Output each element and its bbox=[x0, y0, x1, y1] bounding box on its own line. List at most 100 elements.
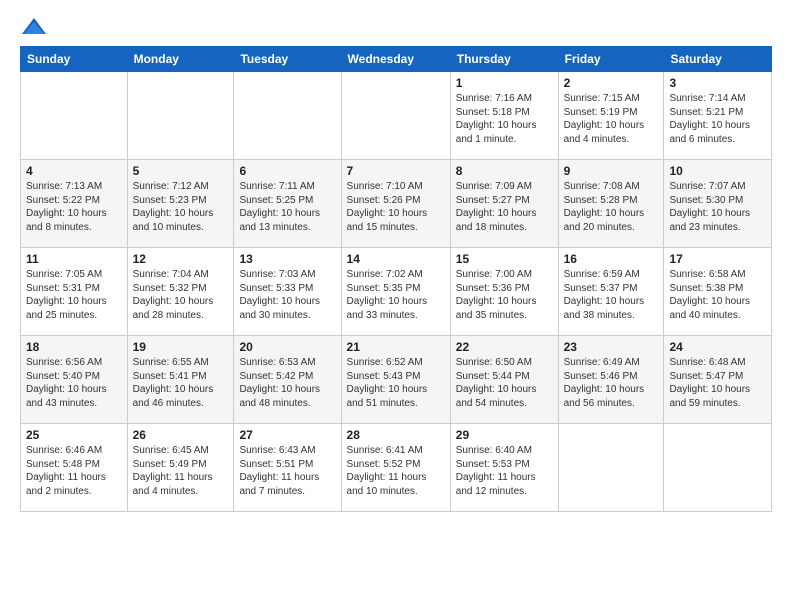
col-header-sunday: Sunday bbox=[21, 47, 128, 72]
day-cell: 2 Sunrise: 7:15 AM Sunset: 5:19 PM Daylig… bbox=[558, 72, 664, 160]
day-number: 17 bbox=[669, 252, 766, 266]
day-number: 29 bbox=[456, 428, 553, 442]
day-cell: 8 Sunrise: 7:09 AM Sunset: 5:27 PM Daylig… bbox=[450, 160, 558, 248]
day-info: Sunrise: 6:49 AM Sunset: 5:46 PM Dayligh… bbox=[564, 356, 659, 410]
day-info: Sunrise: 6:43 AM Sunset: 5:51 PM Dayligh… bbox=[239, 444, 335, 498]
week-row-4: 25 Sunrise: 6:46 AM Sunset: 5:48 PM Dayli… bbox=[21, 424, 772, 512]
logo-icon bbox=[20, 16, 48, 38]
day-cell bbox=[234, 72, 341, 160]
day-info: Sunrise: 6:58 AM Sunset: 5:38 PM Dayligh… bbox=[669, 268, 766, 322]
logo bbox=[20, 16, 50, 38]
day-cell: 21 Sunrise: 6:52 AM Sunset: 5:43 PM Dayli… bbox=[341, 336, 450, 424]
col-header-monday: Monday bbox=[127, 47, 234, 72]
col-header-saturday: Saturday bbox=[664, 47, 772, 72]
col-header-tuesday: Tuesday bbox=[234, 47, 341, 72]
day-info: Sunrise: 6:46 AM Sunset: 5:48 PM Dayligh… bbox=[26, 444, 122, 498]
week-row-3: 18Sunrise: 6:56 AM Sunset: 5:40 PM Dayli… bbox=[21, 336, 772, 424]
day-info: Sunrise: 7:02 AM Sunset: 5:35 PM Dayligh… bbox=[347, 268, 445, 322]
day-number: 18 bbox=[26, 340, 122, 354]
day-number: 25 bbox=[26, 428, 122, 442]
day-cell: 6 Sunrise: 7:11 AM Sunset: 5:25 PM Daylig… bbox=[234, 160, 341, 248]
day-info: Sunrise: 6:41 AM Sunset: 5:52 PM Dayligh… bbox=[347, 444, 445, 498]
day-number: 23 bbox=[564, 340, 659, 354]
day-cell: 13 Sunrise: 7:03 AM Sunset: 5:33 PM Dayli… bbox=[234, 248, 341, 336]
day-cell: 20Sunrise: 6:53 AM Sunset: 5:42 PM Dayli… bbox=[234, 336, 341, 424]
day-cell: 23 Sunrise: 6:49 AM Sunset: 5:46 PM Dayli… bbox=[558, 336, 664, 424]
day-cell: 11 Sunrise: 7:05 AM Sunset: 5:31 PM Dayli… bbox=[21, 248, 128, 336]
day-cell: 29 Sunrise: 6:40 AM Sunset: 5:53 PM Dayli… bbox=[450, 424, 558, 512]
day-cell bbox=[21, 72, 128, 160]
day-info: Sunrise: 7:15 AM Sunset: 5:19 PM Dayligh… bbox=[564, 92, 659, 146]
day-info: Sunrise: 7:05 AM Sunset: 5:31 PM Dayligh… bbox=[26, 268, 122, 322]
week-row-1: 4Sunrise: 7:13 AM Sunset: 5:22 PM Daylig… bbox=[21, 160, 772, 248]
calendar-table: SundayMondayTuesdayWednesdayThursdayFrid… bbox=[20, 46, 772, 512]
col-header-wednesday: Wednesday bbox=[341, 47, 450, 72]
day-info: Sunrise: 6:53 AM Sunset: 5:42 PM Dayligh… bbox=[239, 356, 335, 410]
day-info: Sunrise: 6:40 AM Sunset: 5:53 PM Dayligh… bbox=[456, 444, 553, 498]
day-number: 8 bbox=[456, 164, 553, 178]
day-cell: 14 Sunrise: 7:02 AM Sunset: 5:35 PM Dayli… bbox=[341, 248, 450, 336]
day-number: 26 bbox=[133, 428, 229, 442]
day-cell bbox=[127, 72, 234, 160]
day-cell: 18Sunrise: 6:56 AM Sunset: 5:40 PM Dayli… bbox=[21, 336, 128, 424]
day-info: Sunrise: 7:04 AM Sunset: 5:32 PM Dayligh… bbox=[133, 268, 229, 322]
day-cell: 7Sunrise: 7:10 AM Sunset: 5:26 PM Daylig… bbox=[341, 160, 450, 248]
day-cell: 10 Sunrise: 7:07 AM Sunset: 5:30 PM Dayli… bbox=[664, 160, 772, 248]
day-number: 5 bbox=[133, 164, 229, 178]
day-info: Sunrise: 6:52 AM Sunset: 5:43 PM Dayligh… bbox=[347, 356, 445, 410]
day-info: Sunrise: 7:11 AM Sunset: 5:25 PM Dayligh… bbox=[239, 180, 335, 234]
day-cell: 5 Sunrise: 7:12 AM Sunset: 5:23 PM Daylig… bbox=[127, 160, 234, 248]
day-info: Sunrise: 7:16 AM Sunset: 5:18 PM Dayligh… bbox=[456, 92, 553, 146]
day-cell: 19 Sunrise: 6:55 AM Sunset: 5:41 PM Dayli… bbox=[127, 336, 234, 424]
day-info: Sunrise: 7:03 AM Sunset: 5:33 PM Dayligh… bbox=[239, 268, 335, 322]
day-info: Sunrise: 7:00 AM Sunset: 5:36 PM Dayligh… bbox=[456, 268, 553, 322]
day-cell: 9Sunrise: 7:08 AM Sunset: 5:28 PM Daylig… bbox=[558, 160, 664, 248]
day-cell: 12 Sunrise: 7:04 AM Sunset: 5:32 PM Dayli… bbox=[127, 248, 234, 336]
day-cell bbox=[341, 72, 450, 160]
day-number: 11 bbox=[26, 252, 122, 266]
day-number: 15 bbox=[456, 252, 553, 266]
day-number: 16 bbox=[564, 252, 659, 266]
day-cell: 17 Sunrise: 6:58 AM Sunset: 5:38 PM Dayli… bbox=[664, 248, 772, 336]
day-number: 12 bbox=[133, 252, 229, 266]
day-info: Sunrise: 7:13 AM Sunset: 5:22 PM Dayligh… bbox=[26, 180, 122, 234]
day-number: 14 bbox=[347, 252, 445, 266]
day-cell: 28 Sunrise: 6:41 AM Sunset: 5:52 PM Dayli… bbox=[341, 424, 450, 512]
day-number: 13 bbox=[239, 252, 335, 266]
day-number: 28 bbox=[347, 428, 445, 442]
day-cell: 24 Sunrise: 6:48 AM Sunset: 5:47 PM Dayli… bbox=[664, 336, 772, 424]
day-info: Sunrise: 6:45 AM Sunset: 5:49 PM Dayligh… bbox=[133, 444, 229, 498]
header bbox=[20, 16, 772, 38]
day-number: 19 bbox=[133, 340, 229, 354]
week-row-2: 11 Sunrise: 7:05 AM Sunset: 5:31 PM Dayli… bbox=[21, 248, 772, 336]
day-cell: 22Sunrise: 6:50 AM Sunset: 5:44 PM Dayli… bbox=[450, 336, 558, 424]
day-info: Sunrise: 7:10 AM Sunset: 5:26 PM Dayligh… bbox=[347, 180, 445, 234]
day-info: Sunrise: 6:48 AM Sunset: 5:47 PM Dayligh… bbox=[669, 356, 766, 410]
day-cell: 1 Sunrise: 7:16 AM Sunset: 5:18 PM Daylig… bbox=[450, 72, 558, 160]
day-info: Sunrise: 6:50 AM Sunset: 5:44 PM Dayligh… bbox=[456, 356, 553, 410]
day-cell bbox=[558, 424, 664, 512]
week-row-0: 1 Sunrise: 7:16 AM Sunset: 5:18 PM Daylig… bbox=[21, 72, 772, 160]
day-number: 2 bbox=[564, 76, 659, 90]
day-info: Sunrise: 6:59 AM Sunset: 5:37 PM Dayligh… bbox=[564, 268, 659, 322]
day-cell: 27 Sunrise: 6:43 AM Sunset: 5:51 PM Dayli… bbox=[234, 424, 341, 512]
page: SundayMondayTuesdayWednesdayThursdayFrid… bbox=[0, 0, 792, 522]
day-info: Sunrise: 7:07 AM Sunset: 5:30 PM Dayligh… bbox=[669, 180, 766, 234]
day-number: 3 bbox=[669, 76, 766, 90]
day-info: Sunrise: 6:55 AM Sunset: 5:41 PM Dayligh… bbox=[133, 356, 229, 410]
day-info: Sunrise: 7:12 AM Sunset: 5:23 PM Dayligh… bbox=[133, 180, 229, 234]
col-header-friday: Friday bbox=[558, 47, 664, 72]
day-cell: 15 Sunrise: 7:00 AM Sunset: 5:36 PM Dayli… bbox=[450, 248, 558, 336]
day-number: 24 bbox=[669, 340, 766, 354]
day-cell bbox=[664, 424, 772, 512]
day-number: 10 bbox=[669, 164, 766, 178]
header-row: SundayMondayTuesdayWednesdayThursdayFrid… bbox=[21, 47, 772, 72]
day-number: 1 bbox=[456, 76, 553, 90]
day-number: 21 bbox=[347, 340, 445, 354]
day-info: Sunrise: 7:09 AM Sunset: 5:27 PM Dayligh… bbox=[456, 180, 553, 234]
day-cell: 25 Sunrise: 6:46 AM Sunset: 5:48 PM Dayli… bbox=[21, 424, 128, 512]
day-cell: 26 Sunrise: 6:45 AM Sunset: 5:49 PM Dayli… bbox=[127, 424, 234, 512]
day-number: 27 bbox=[239, 428, 335, 442]
day-number: 9 bbox=[564, 164, 659, 178]
day-number: 6 bbox=[239, 164, 335, 178]
